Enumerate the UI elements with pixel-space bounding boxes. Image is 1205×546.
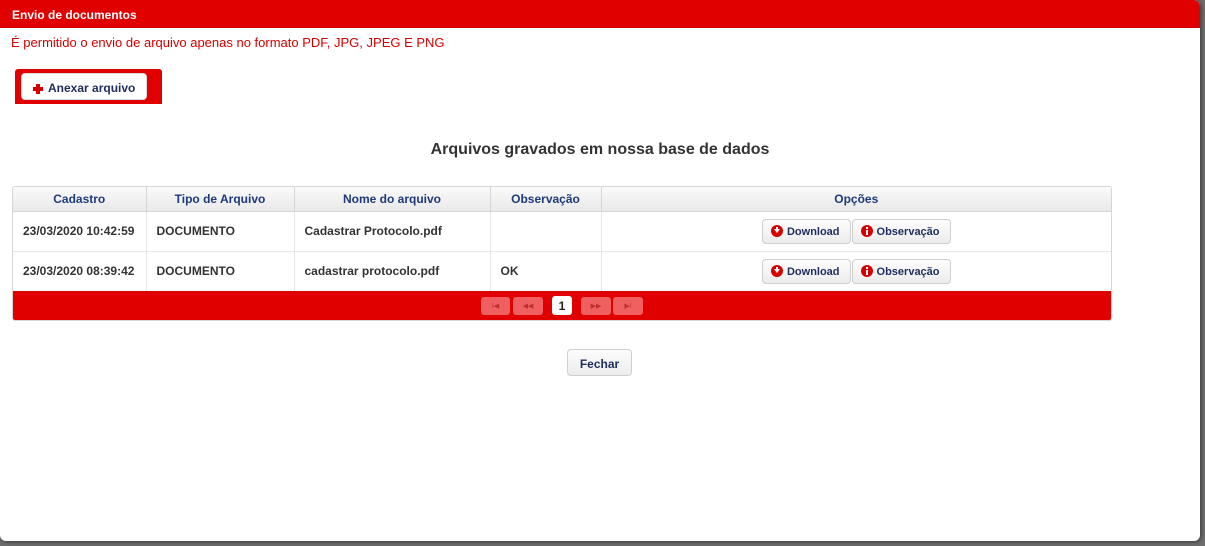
cell-nome: Cadastrar Protocolo.pdf [294,211,491,252]
table-row: 23/03/2020 10:42:59 DOCUMENTO Cadastrar … [13,211,1111,252]
cell-opcoes: Download Observação [601,251,1111,291]
dialog-title: Envio de documentos [0,0,1200,28]
column-header-tipo[interactable]: Tipo de Arquivo [146,187,295,212]
cell-cadastro: 23/03/2020 10:42:59 [13,211,147,252]
column-header-opcoes: Opções [601,187,1111,212]
download-button[interactable]: Download [761,258,851,284]
column-header-cadastro[interactable]: Cadastro [13,187,147,212]
observation-button[interactable]: Observação [851,258,951,284]
observation-label: Observação [876,265,940,278]
upload-dialog: Envio de documentos É permitido o envio … [0,0,1200,541]
download-icon [770,224,783,237]
table-row: 23/03/2020 08:39:42 DOCUMENTO cadastrar … [13,251,1111,291]
cell-nome: cadastrar protocolo.pdf [294,251,491,291]
attach-file-label: Anexar arquivo [48,81,136,95]
observation-label: Observação [876,225,940,238]
section-title: Arquivos gravados em nossa base de dados [430,141,770,158]
cell-tipo: DOCUMENTO [146,251,295,291]
observation-button[interactable]: Observação [851,218,951,244]
cell-cadastro: 23/03/2020 08:39:42 [13,251,147,291]
next-page-button[interactable]: ▶▶ [581,297,611,315]
first-page-button[interactable]: I◀ [481,297,510,315]
last-page-button[interactable]: ▶I [613,297,643,315]
cell-observacao: OK [490,251,602,291]
table-header-row: Cadastro Tipo de Arquivo Nome do arquivo… [13,187,1111,212]
cell-tipo: DOCUMENTO [146,211,295,252]
download-button[interactable]: Download [761,218,851,244]
attach-file-button[interactable]: Anexar arquivo [21,73,147,100]
download-icon [770,264,783,277]
paginator: I◀ ◀◀ 1 ▶▶ ▶I [13,291,1111,320]
info-icon [860,224,873,237]
page-number-button[interactable]: 1 [552,296,572,315]
info-icon [860,264,873,277]
files-table: Cadastro Tipo de Arquivo Nome do arquivo… [12,186,1112,321]
column-header-observacao[interactable]: Observação [490,187,602,212]
format-notice: É permitido o envio de arquivo apenas no… [11,35,445,50]
plus-icon [33,84,43,94]
cell-opcoes: Download Observação [601,211,1111,252]
prev-page-button[interactable]: ◀◀ [513,297,543,315]
download-label: Download [786,265,840,278]
cell-observacao [490,211,602,252]
download-label: Download [786,225,840,238]
column-header-nome[interactable]: Nome do arquivo [294,187,491,212]
attach-toolbar: Anexar arquivo [15,69,162,104]
close-button[interactable]: Fechar [567,349,632,376]
